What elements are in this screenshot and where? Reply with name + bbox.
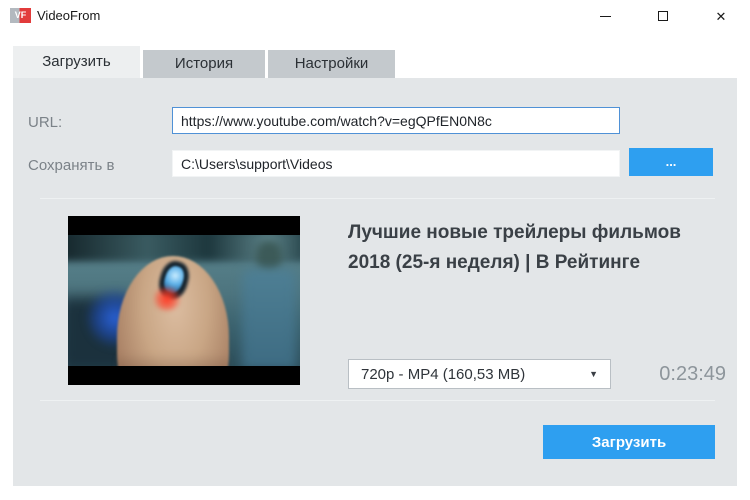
download-panel: URL: Сохранять в ... Лучшие новые трейле… bbox=[13, 78, 737, 486]
tab-settings[interactable]: Настройки bbox=[268, 50, 395, 78]
separator-top bbox=[40, 198, 715, 199]
minimize-button[interactable] bbox=[576, 0, 634, 32]
chevron-down-icon: ▼ bbox=[589, 369, 598, 379]
format-selected-value: 720p - MP4 (160,53 MB) bbox=[361, 365, 526, 383]
format-select[interactable]: 720p - MP4 (160,53 MB) ▼ bbox=[348, 359, 611, 389]
browse-button[interactable]: ... bbox=[629, 148, 713, 176]
maximize-icon bbox=[658, 11, 668, 21]
tab-history[interactable]: История bbox=[143, 50, 265, 78]
video-thumbnail bbox=[68, 216, 300, 385]
download-button[interactable]: Загрузить bbox=[543, 425, 715, 459]
video-duration: 0:23:49 bbox=[659, 363, 726, 385]
minimize-icon bbox=[599, 15, 611, 17]
title-bar: VF VideoFrom ✕ bbox=[0, 0, 750, 32]
app-icon: VF bbox=[10, 8, 31, 23]
tab-download[interactable]: Загрузить bbox=[13, 46, 140, 78]
close-button[interactable]: ✕ bbox=[692, 0, 750, 32]
separator-bottom bbox=[40, 400, 715, 401]
thumbnail-image bbox=[68, 235, 300, 366]
window-title: VideoFrom bbox=[37, 8, 101, 23]
video-title: Лучшие новые трейлеры фильмов 2018 (25-я… bbox=[348, 222, 681, 273]
url-label: URL: bbox=[28, 114, 63, 131]
window-controls: ✕ bbox=[576, 0, 750, 32]
save-path-input[interactable] bbox=[172, 150, 620, 177]
save-path-label: Сохранять в bbox=[28, 157, 115, 174]
maximize-button[interactable] bbox=[634, 0, 692, 32]
thumbnail-background-person bbox=[256, 241, 282, 271]
close-icon: ✕ bbox=[715, 8, 727, 24]
url-input[interactable] bbox=[172, 107, 620, 134]
